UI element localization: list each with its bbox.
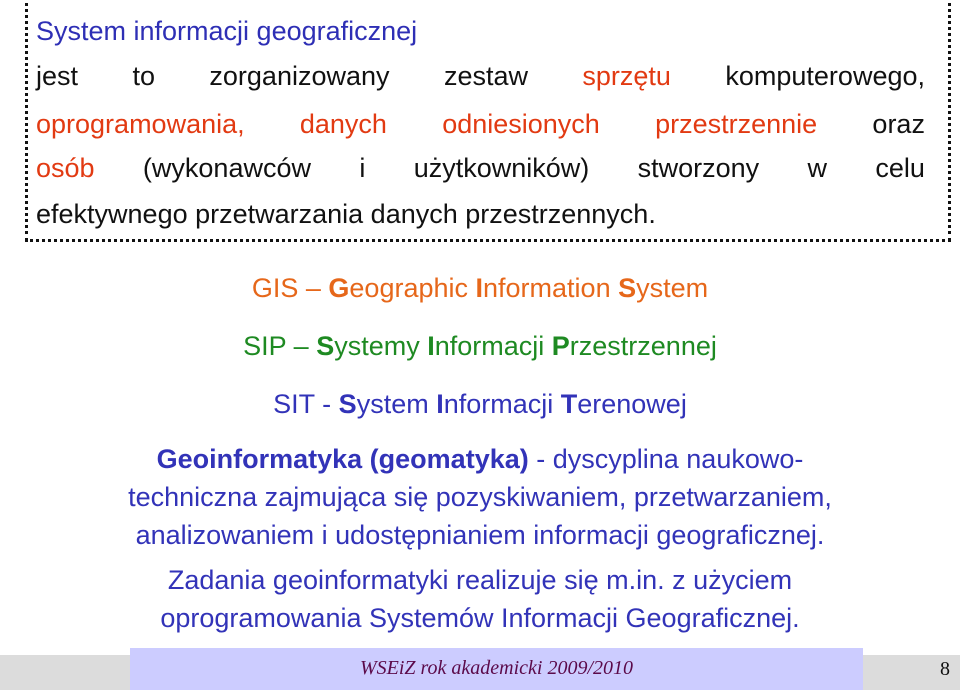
page-number: 8 [940, 658, 950, 680]
acronym-word-rest: eographic [349, 273, 476, 303]
geoinformatics-line-5: oprogramowania Systemów Informacji Geogr… [160, 603, 800, 633]
geoinformatics-line-2: techniczna zajmująca się pozyskiwaniem, … [128, 482, 832, 512]
word: sprzętu [582, 61, 671, 91]
definition-line-2: oprogramowania, danych odniesionych przestr… [36, 108, 925, 140]
word: to [132, 61, 155, 91]
acronym-word-rest: ystem [356, 389, 437, 419]
acronym-abbr: SIP – [243, 331, 317, 361]
acronym-abbr: SIT - [273, 389, 339, 419]
acronym-word-rest: rzestrzennej [569, 331, 717, 361]
word: stworzony [637, 153, 760, 183]
acronym-word-rest: ystem [636, 273, 709, 303]
word: odniesionych [442, 109, 600, 139]
acronym-initial: S [618, 273, 637, 303]
word: oraz [872, 109, 925, 139]
definition-line-1: jest to zorganizowany zestaw sprzętu komputer… [36, 60, 925, 92]
acronym-initial: P [551, 331, 570, 361]
acronym-initial: S [316, 331, 335, 361]
definition-line-3: osób (wykonawców i użytkowników) stworzony w c… [36, 152, 925, 184]
acronym-sit: SIT - System Informacji Terenowej [0, 388, 960, 420]
word: oprogramowania, [36, 109, 245, 139]
word: celu [875, 153, 925, 183]
footer-label: WSEiZ rok akademicki 2009/2010 [130, 648, 863, 690]
acronym-word-rest: nformacji [443, 389, 561, 419]
acronym-initial: G [328, 273, 350, 303]
acronym-initial: I [436, 389, 444, 419]
definition-line-4: efektywnego przetwarzania danych przestr… [36, 199, 656, 229]
acronym-initial: S [338, 389, 357, 419]
acronym-sip: SIP – Systemy Informacji Przestrzennej [0, 330, 960, 362]
word: w [807, 153, 828, 183]
definition-title: System informacji geograficznej [36, 16, 418, 46]
word: przestrzennie [655, 109, 818, 139]
acronym-word-rest: nformation [483, 273, 619, 303]
acronym-initial: T [560, 389, 578, 419]
word: danych [299, 109, 387, 139]
acronym-gis: GIS – Geographic Information System [0, 272, 960, 304]
acronym-initial: I [427, 331, 435, 361]
geoinformatics-line-4: Zadania geoinformatyki realizuje się m.i… [167, 565, 793, 595]
word: (wykonawców [142, 153, 311, 183]
acronym-initial: I [475, 273, 484, 303]
geoinformatics-line-3: analizowaniem i udostępnianiem informacj… [135, 520, 825, 550]
word: jest [36, 61, 79, 91]
geoinformatics-line-1-rest: - dyscyplina naukowo- [528, 444, 804, 474]
acronym-word-rest: ystemy [334, 331, 428, 361]
word: komputerowego, [725, 61, 925, 91]
word: zorganizowany [209, 61, 390, 91]
acronym-word-rest: erenowej [577, 389, 687, 419]
word: użytkowników) [413, 153, 590, 183]
word: osób [36, 153, 95, 183]
word: i [359, 153, 366, 183]
geoinformatics-term: Geoinformatyka (geomatyka) [156, 444, 529, 474]
acronym-word-rest: nformacji [434, 331, 552, 361]
geoinformatics-line-1: Geoinformatyka (geomatyka) - dyscyplina … [0, 443, 960, 475]
word: zestaw [443, 61, 528, 91]
acronym-abbr: GIS – [251, 273, 329, 303]
